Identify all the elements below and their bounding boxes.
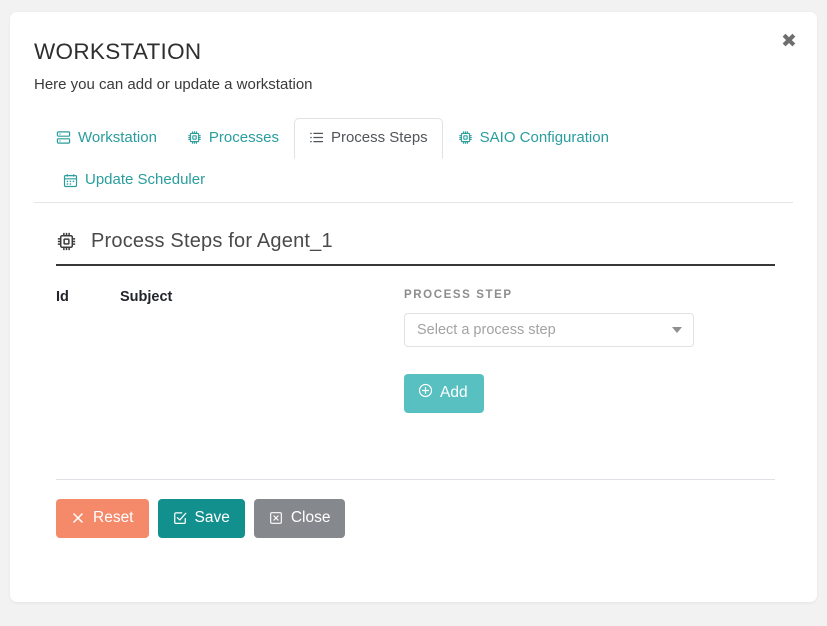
server-icon xyxy=(56,130,71,145)
tab-bar: Workstation Processes Process Steps SAIO… xyxy=(34,117,793,203)
plus-circle-icon xyxy=(418,383,433,404)
column-header-subject: Subject xyxy=(120,289,173,305)
tab-label: Workstation xyxy=(78,128,157,146)
save-button-label: Save xyxy=(194,509,230,526)
page-title: WORKSTATION xyxy=(34,39,202,64)
tab-update-scheduler[interactable]: Update Scheduler xyxy=(48,158,220,203)
list-icon xyxy=(309,130,324,145)
tab-label: Update Scheduler xyxy=(85,171,206,189)
footer-divider xyxy=(56,479,775,480)
column-header-id: Id xyxy=(56,289,69,305)
table-header-row: Id Subject xyxy=(56,289,398,305)
process-steps-table: Id Subject xyxy=(56,289,398,479)
tab-saio-configuration[interactable]: SAIO Configuration xyxy=(443,118,624,160)
add-process-step-form: PROCESS STEP Select a process step Add xyxy=(398,289,775,479)
tab-processes[interactable]: Processes xyxy=(172,118,294,160)
footer-actions: Reset Save Close xyxy=(56,499,775,538)
times-square-icon xyxy=(269,511,283,525)
tab-label: SAIO Configuration xyxy=(479,128,609,146)
process-step-field-label: PROCESS STEP xyxy=(404,289,513,301)
save-button[interactable]: Save xyxy=(157,499,245,538)
add-button-label: Add xyxy=(440,384,468,401)
microchip-icon xyxy=(187,130,202,145)
microchip-icon xyxy=(458,130,473,145)
section-title: Process Steps for Agent_1 xyxy=(91,230,333,252)
microchip-icon xyxy=(56,231,77,252)
tab-label: Process Steps xyxy=(330,128,428,146)
tab-process-steps[interactable]: Process Steps xyxy=(293,117,443,160)
reset-button-label: Reset xyxy=(93,509,134,526)
process-step-select-wrapper: Select a process step xyxy=(404,313,694,347)
close-button[interactable]: Close xyxy=(253,499,346,538)
reset-button[interactable]: Reset xyxy=(56,499,149,538)
process-step-select[interactable]: Select a process step xyxy=(404,313,694,347)
times-icon xyxy=(71,511,85,525)
section-header: Process Steps for Agent_1 xyxy=(56,230,775,266)
page-subtitle: Here you can add or update a workstation xyxy=(34,76,313,93)
close-icon[interactable]: ✖ xyxy=(776,28,802,54)
process-steps-content: Id Subject PROCESS STEP Select a process… xyxy=(56,289,775,479)
tab-label: Processes xyxy=(208,128,279,146)
calendar-icon xyxy=(63,173,78,188)
close-button-label: Close xyxy=(290,509,331,526)
check-square-icon xyxy=(173,511,187,525)
workstation-modal: ✖ WORKSTATION Here you can add or update… xyxy=(10,12,817,602)
tab-bar-second-row: Update Scheduler xyxy=(41,158,793,202)
modal-body: WORKSTATION Here you can add or update a… xyxy=(10,12,817,538)
tab-workstation[interactable]: Workstation xyxy=(41,118,172,160)
add-button[interactable]: Add xyxy=(404,374,484,413)
page-background: ✖ WORKSTATION Here you can add or update… xyxy=(0,0,827,626)
